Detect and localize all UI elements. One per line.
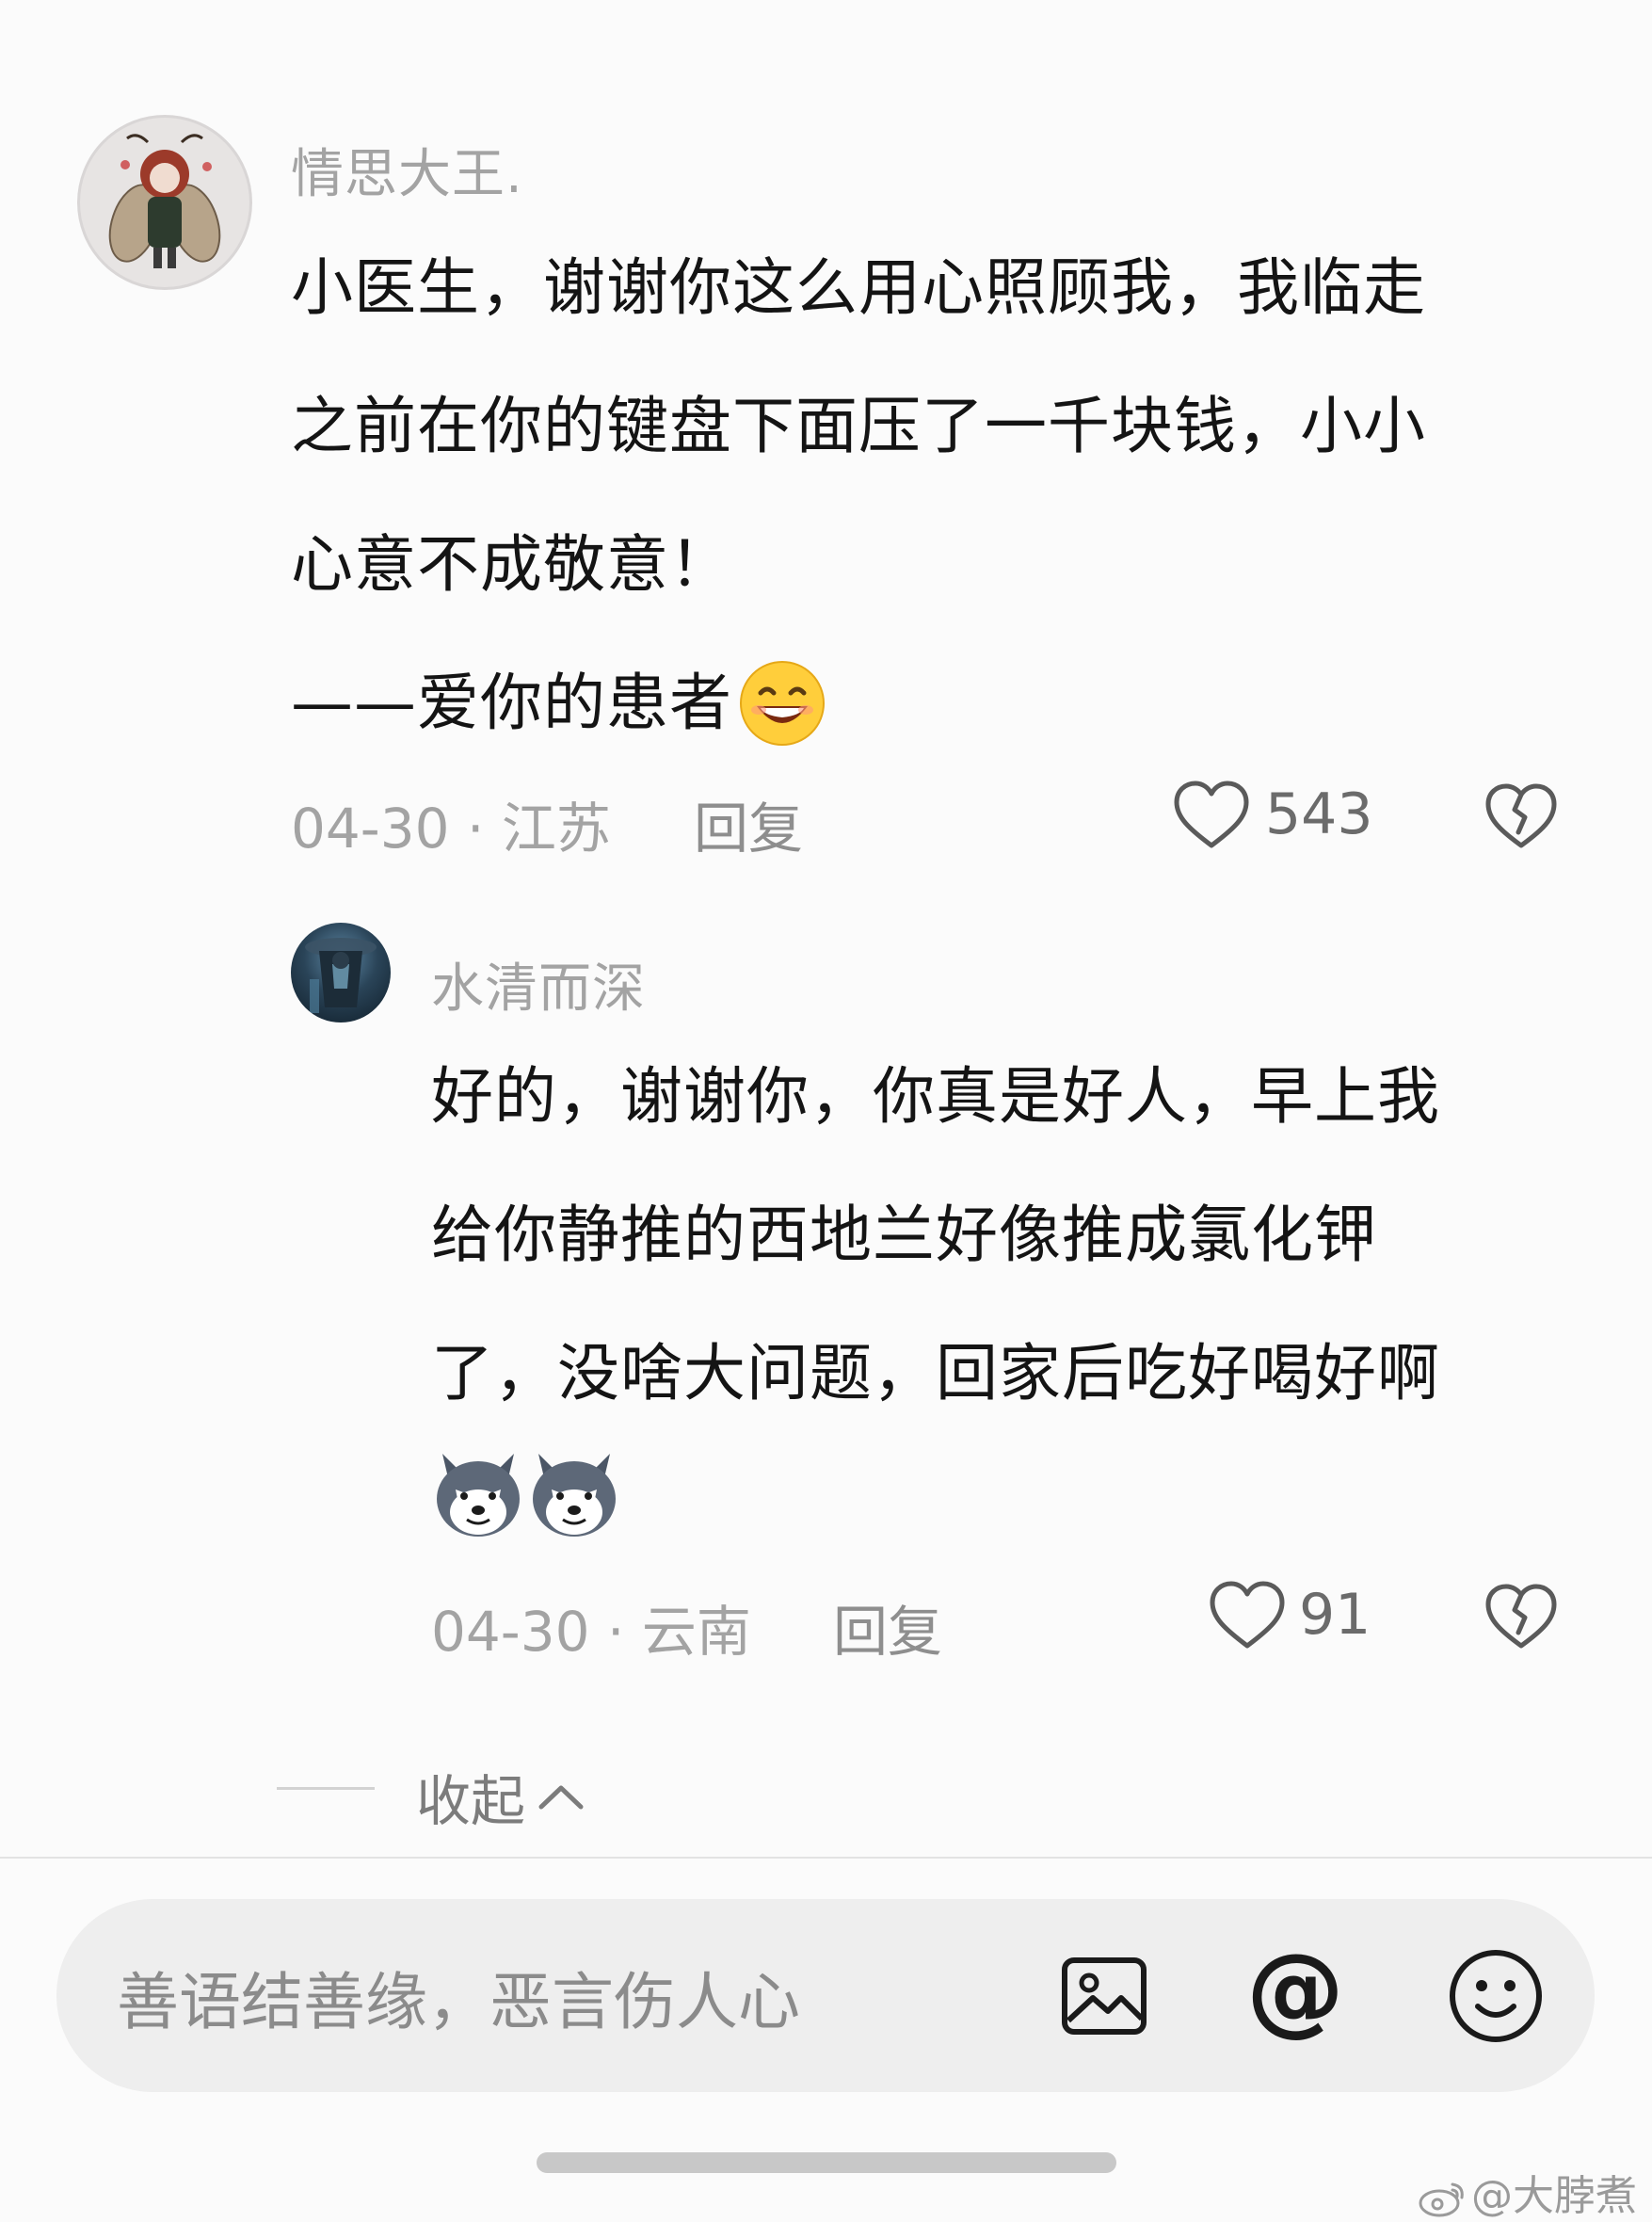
reply-reply-button[interactable]: 回复 — [833, 1587, 942, 1666]
emoji-smile-icon[interactable] — [1446, 1946, 1546, 2046]
chevron-up-icon — [538, 1785, 584, 1810]
collapse-label: 收起 — [416, 1769, 526, 1833]
comment-reply-button[interactable]: 回复 — [694, 784, 803, 863]
collapse-divider-line — [277, 1787, 375, 1790]
reply-username[interactable]: 水清而深 — [431, 946, 646, 1022]
grinning-face-emoji-icon — [738, 657, 826, 746]
comment-like-count: 543 — [1265, 781, 1373, 847]
husky-dog-emoji-icon — [533, 1454, 616, 1537]
weibo-logo-icon — [1419, 2182, 1464, 2217]
comment-line: 小医生，谢谢你这么用心照顾我，我临走 — [291, 251, 1426, 324]
comment-date-location: 04-30 · 江苏 — [291, 797, 611, 861]
reply-like-count: 91 — [1299, 1582, 1371, 1648]
collapse-button[interactable]: 收起 — [416, 1757, 586, 1833]
comment-line-signature: ——爱你的患者 — [291, 634, 1599, 772]
comment-body: 小医生，谢谢你这么用心照顾我，我临走 之前在你的键盘下面压了一千块钱，小小 心意… — [291, 218, 1599, 772]
user-avatar[interactable] — [77, 115, 252, 290]
reply-line: 了，没啥大问题，回家后吃好喝好啊 — [431, 1337, 1440, 1409]
image-icon[interactable] — [1059, 1951, 1149, 2041]
reply-emoji-row — [429, 1444, 636, 1548]
watermark: @大脖煮 — [1419, 2162, 1637, 2222]
comment-line: 之前在你的键盘下面压了一千块钱，小小 — [291, 390, 1426, 462]
bug-character-avatar-icon — [108, 134, 221, 268]
home-indicator[interactable] — [537, 2152, 1116, 2173]
broken-heart-icon[interactable] — [1484, 1582, 1559, 1651]
mention-at-icon[interactable]: @ — [1246, 1933, 1344, 2046]
heart-icon[interactable] — [1172, 780, 1251, 851]
reply-date-location: 04-30 · 云南 — [431, 1600, 751, 1664]
input-divider — [0, 1857, 1652, 1859]
reply-body: 好的，谢谢你，你真是好人，早上我 给你静推的西地兰好像推成氯化钾 了，没啥大问题… — [431, 1027, 1598, 1442]
comment-input-bar[interactable]: 善语结善缘，恶言伤人心 @ — [56, 1899, 1595, 2092]
watermark-text: @大脖煮 — [1471, 2172, 1637, 2220]
comment-input-placeholder[interactable]: 善语结善缘，恶言伤人心 — [117, 1952, 800, 2042]
comment-username[interactable]: 情思大王. — [291, 132, 523, 208]
warrior-character-avatar-icon — [305, 938, 377, 1013]
reply-line: 好的，谢谢你，你真是好人，早上我 — [431, 1060, 1440, 1133]
comment-line: ——爱你的患者 — [291, 667, 732, 739]
comment-line: 心意不成敬意！ — [291, 528, 732, 601]
husky-dog-emoji-icon — [437, 1454, 520, 1537]
heart-icon[interactable] — [1208, 1580, 1287, 1651]
broken-heart-icon[interactable] — [1484, 781, 1559, 851]
reply-user-avatar[interactable] — [291, 923, 391, 1022]
reply-line: 给你静推的西地兰好像推成氯化钾 — [431, 1199, 1377, 1271]
